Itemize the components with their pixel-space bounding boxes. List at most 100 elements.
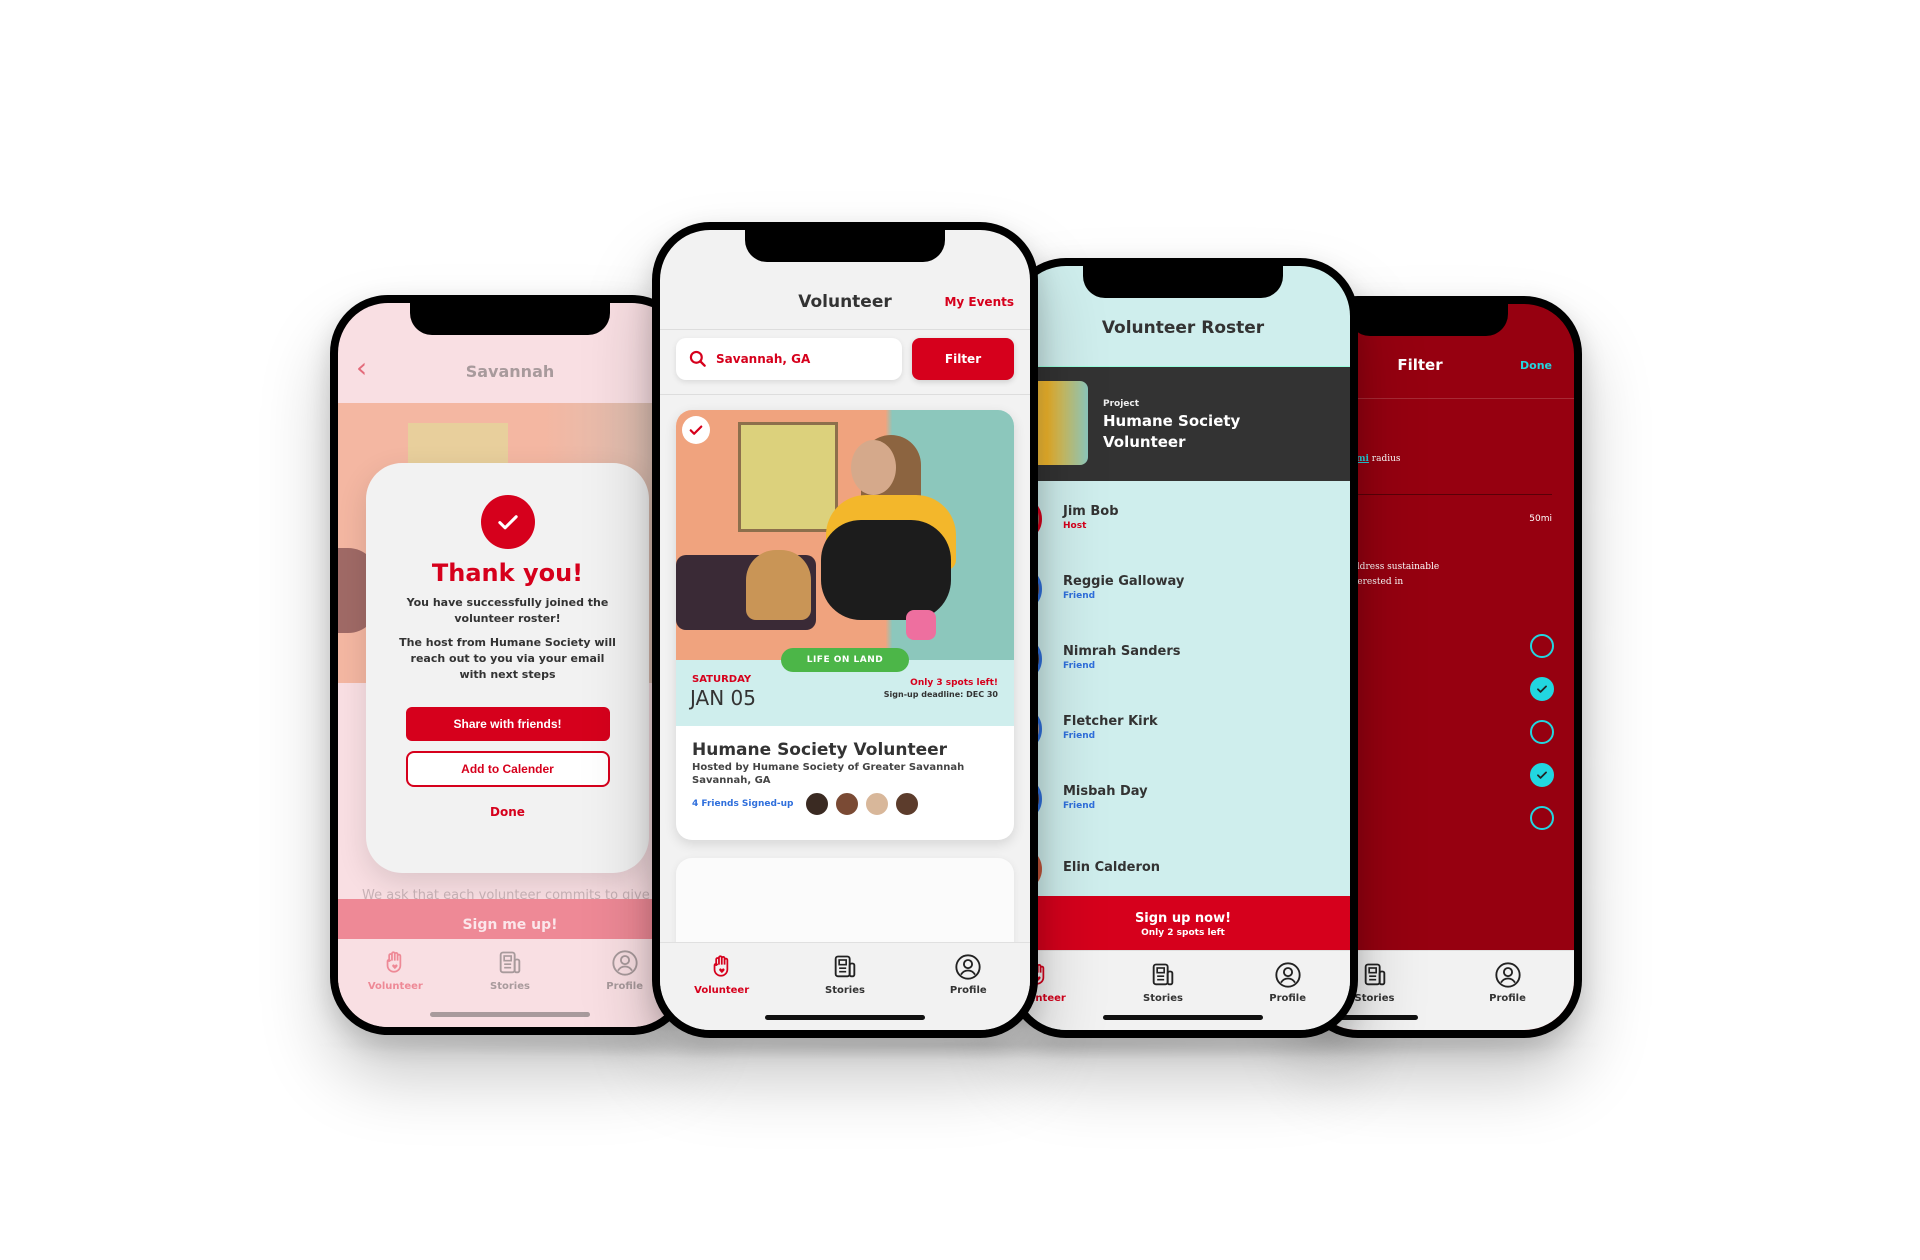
checkmark-icon[interactable] [682,416,710,444]
phone-thank-you: ‹ Savannah •• Thank you! You have succes… [330,295,690,1035]
tab-stories[interactable]: Stories [805,953,885,996]
tab-label: Stories [1354,993,1395,1004]
spots-left: Only 3 spots left! [910,678,998,688]
newspaper-icon [1364,963,1385,986]
filter-button[interactable]: Filter [912,338,1014,380]
divider [660,394,1030,395]
newspaper-icon [834,955,856,978]
search-row: Savannah, GA Filter [676,338,1014,380]
tab-profile[interactable]: Profile [1248,961,1328,1004]
avatar [895,792,920,816]
photo-legs [821,520,951,620]
signup-deadline: Sign-up deadline: DEC 30 [883,690,998,699]
notch [1348,304,1508,336]
share-with-friends-button[interactable]: Share with friends! [405,707,610,741]
person-name: Misbah Day [1063,784,1148,799]
modal-title: Thank you! [431,559,584,587]
list-item[interactable]: Jim Bob Host [1016,496,1350,566]
header-title: Savannah [465,361,555,381]
home-indicator [1103,1015,1263,1020]
search-value: Savannah, GA [716,352,811,366]
project-name: Humane Society Volunteer [1103,412,1241,451]
list-item[interactable]: Reggie Galloway Friend [1016,566,1350,636]
user-circle-icon [1494,962,1521,988]
person-role: Friend [1063,731,1096,741]
friends-signed-up[interactable]: 4 Friends Signed-up [692,799,793,809]
notch [1083,266,1283,298]
roster-list: Jim Bob Host Reggie Galloway Friend Nimr… [1016,496,1350,916]
user-circle-icon [955,954,981,980]
goal-checkbox[interactable] [1530,763,1554,787]
event-photo [676,410,1014,660]
tab-profile[interactable]: Profile [928,953,1008,996]
list-item[interactable]: Nimrah Sanders Friend [1016,636,1350,706]
add-to-calendar-button[interactable]: Add to Calender [405,751,610,787]
chevron-left-icon[interactable]: ‹ [356,351,367,384]
list-item[interactable]: Misbah Day Friend [1016,776,1350,846]
goal-checkbox[interactable] [1530,634,1554,658]
event-host: Hosted by Humane Society of Greater Sava… [692,762,965,773]
search-input[interactable]: Savannah, GA [676,338,902,380]
tab-label: Profile [1489,993,1526,1004]
category-tag: LIFE ON LAND [781,648,909,672]
person-role: Host [1063,521,1087,531]
tab-label: Profile [949,985,987,996]
newspaper-icon [1152,963,1174,986]
person-name: Reggie Galloway [1063,574,1185,589]
event-card[interactable]: LIFE ON LAND SATURDAY JAN 05 Only 3 spot… [676,410,1014,840]
signup-spots: Only 2 spots left [1141,927,1225,938]
confirmation-modal: Thank you! You have successfully joined … [366,463,649,873]
phone-roster: Volunteer Roster Project Humane Society … [1008,258,1358,1038]
friends-row: 4 Friends Signed-up [692,792,998,816]
modal-message: You have successfully joined the volunte… [406,596,609,625]
tab-stories[interactable]: Stories [470,949,550,992]
person-name: Jim Bob [1063,504,1119,519]
goal-checkbox[interactable] [1530,677,1554,701]
avatar [865,792,890,816]
check-circle-icon [480,495,535,549]
event-title: Humane Society Volunteer [692,740,948,760]
sign-up-now-button[interactable]: Sign up now! Only 2 spots left [1016,896,1350,952]
hand-heart-icon [713,955,728,977]
done-link[interactable]: Done [1520,359,1552,372]
goal-checkbox[interactable] [1530,806,1554,830]
done-link[interactable]: Done [490,805,525,819]
max-radius-label: 50mi [1529,514,1552,524]
tab-volunteer[interactable]: Volunteer [682,953,762,996]
photo-shoes [906,610,936,640]
photo-window [738,422,838,532]
screen: Volunteer Roster Project Humane Society … [1016,266,1350,1030]
search-icon [689,350,706,367]
newspaper-icon [499,951,521,974]
tab-label: Profile [606,981,644,992]
radius-suffix: radius [1368,454,1401,464]
person-name: Fletcher Kirk [1063,714,1158,729]
tab-label: Volunteer [367,981,423,992]
tab-label: Stories [1143,993,1183,1004]
notch [745,230,945,262]
goal-checkbox[interactable] [1530,720,1554,744]
my-events-link[interactable]: My Events [944,295,1014,309]
event-date: JAN 05 [690,686,756,710]
event-body: Humane Society Volunteer Hosted by Human… [676,726,1014,830]
tab-label: Volunteer [694,985,750,996]
tab-stories[interactable]: Stories [1123,961,1203,1004]
person-role: Friend [1063,801,1096,811]
tab-label: Stories [825,985,865,996]
person-name: Elin Calderon [1063,860,1161,875]
notch [410,303,610,335]
hand-heart-icon [386,951,402,973]
header-title: Filter [1397,356,1443,374]
screen: ‹ Savannah •• Thank you! You have succes… [338,303,682,1027]
photo-face [851,440,896,495]
tab-profile[interactable]: Profile [1468,961,1548,1004]
modal-message-next-steps: The host from Humane Society will reach … [399,636,616,681]
project-banner: Project Humane Society Volunteer [1016,366,1350,481]
signup-label: Sign up now! [1134,910,1232,926]
tab-volunteer[interactable]: Volunteer [355,949,435,992]
home-indicator [765,1015,925,1020]
phone-volunteer: Volunteer My Events Savannah, GA Filter [652,222,1038,1038]
user-circle-icon [612,950,638,976]
list-item[interactable]: Fletcher Kirk Friend [1016,706,1350,776]
event-location: Savannah, GA [692,775,771,786]
